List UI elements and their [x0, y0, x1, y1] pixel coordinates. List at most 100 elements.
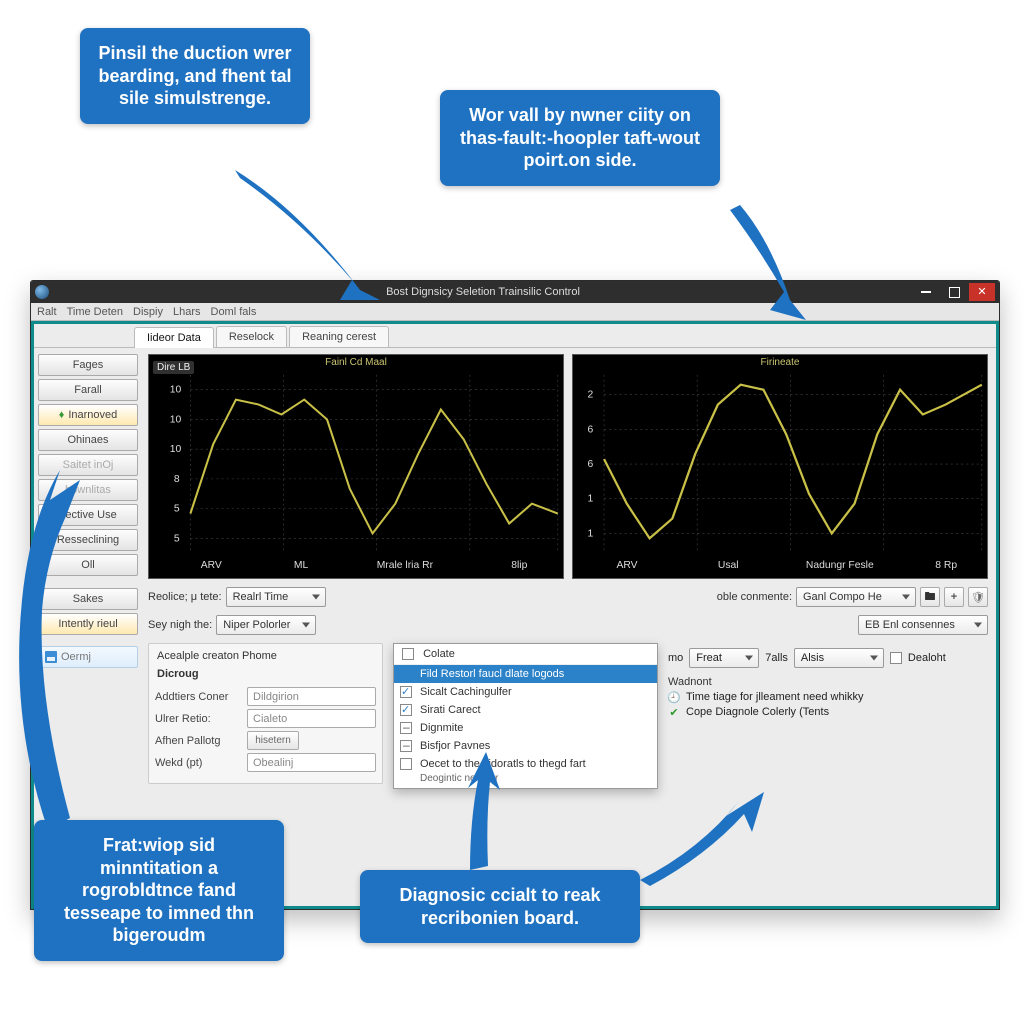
svg-text:8 Rp: 8 Rp	[935, 560, 957, 571]
svg-text:8: 8	[174, 474, 180, 485]
ctrl-label: Reolice; μ tete:	[148, 591, 222, 603]
callout-3: Frat:wiop sid minntitation a rogrobldtnc…	[34, 820, 284, 961]
right-panel: mo Freat 7alls Alsis Dealoht Wadnont 🕘 T…	[668, 643, 988, 721]
sidebar-item-farall[interactable]: Farall	[38, 379, 138, 401]
menu-item[interactable]: Ralt	[37, 306, 57, 318]
chart-right: Firineate	[572, 354, 988, 579]
app-window: Bost Dignsicy Seletion Trainsilic Contro…	[30, 280, 1000, 910]
form-label: Afhen Pallotg	[155, 735, 241, 747]
chart-left-title: Fainl Cd Maal	[325, 357, 387, 368]
open-button[interactable]: Oermj	[38, 646, 138, 668]
rpanel-label: 7alls	[765, 652, 788, 664]
menu-item[interactable]: Lhars	[173, 306, 201, 318]
sidebar-item-fages[interactable]: Fages	[38, 354, 138, 376]
form-button[interactable]: hisetern	[247, 731, 299, 750]
svg-text:5: 5	[174, 534, 180, 545]
rpanel-section: Wadnont	[668, 676, 988, 688]
dropdown-item[interactable]: Bisfjor Pavnes	[394, 737, 657, 755]
sidebar-item-bownlitas[interactable]: bownlitas	[38, 479, 138, 501]
sidebar-item-lective[interactable]: Lective Use	[38, 504, 138, 526]
checkbox-label: Dealoht	[908, 652, 946, 664]
dropdown-item-highlight[interactable]: Fild Restorl faucl dlate logods	[394, 665, 657, 683]
callout-4: Diagnosic ccialt to reak recribonien boa…	[360, 870, 640, 943]
lower-panels: Acealple creaton Phome Dicroug Addtiers …	[148, 643, 988, 789]
tab-row: Iideor Data Reselock Reaning cerest	[34, 324, 996, 348]
combo-alsis[interactable]: Alsis	[794, 648, 884, 668]
dropdown-item-label: Bisfjor Pavnes	[420, 740, 490, 752]
dropdown-item[interactable]: Oecet to the sidoratls to thegd fart	[394, 755, 657, 773]
form-field[interactable]: Cialeto	[247, 709, 376, 728]
dropdown-item-label: Sicalt Cachingulfer	[420, 686, 512, 698]
window-maximize-button[interactable]	[941, 283, 967, 301]
dropdown-head-label: Colate	[423, 648, 455, 660]
svg-text:10: 10	[170, 444, 182, 455]
combo-polorler[interactable]: Niper Polorler	[216, 615, 316, 635]
form-field[interactable]: Obealinj	[247, 753, 376, 772]
svg-text:6: 6	[587, 459, 593, 470]
sidebar-item-oll[interactable]: Oll	[38, 554, 138, 576]
menu-item[interactable]: Doml fals	[211, 306, 257, 318]
add-button[interactable]	[944, 587, 964, 607]
svg-text:ML: ML	[294, 560, 309, 571]
open-button-label: Oermj	[61, 651, 91, 663]
window-title: Bost Dignsicy Seletion Trainsilic Contro…	[55, 286, 911, 298]
svg-text:Mrale lria Rr: Mrale lria Rr	[377, 560, 434, 571]
dropdown-item[interactable]: Sicalt Cachingulfer	[394, 683, 657, 701]
tab-data[interactable]: Iideor Data	[134, 327, 214, 348]
menu-item[interactable]: Dispiy	[133, 306, 163, 318]
svg-text:2: 2	[587, 390, 593, 401]
dropdown-item[interactable]: Sirati Carect	[394, 701, 657, 719]
folder-icon[interactable]: 🖿	[920, 587, 940, 607]
form-group-title: Acealple creaton Phome	[155, 648, 376, 666]
menu-item[interactable]: Time Deten	[67, 306, 123, 318]
svg-text:Nadungr Fesle: Nadungr Fesle	[806, 560, 874, 571]
dropdown-item-label: Sirati Carect	[420, 704, 481, 716]
window-close-button[interactable]	[969, 283, 995, 301]
sidebar-item-inarnoved[interactable]: ♦Inarnoved	[38, 404, 138, 426]
chart-right-title: Firineate	[761, 357, 800, 368]
controls-row: Reolice; μ tete: Realrl Time oble conmen…	[148, 587, 988, 607]
svg-text:8lip: 8lip	[511, 560, 527, 571]
sidebar-item-label: Inarnoved	[68, 409, 117, 421]
ctrl-label: oble conmente:	[717, 591, 792, 603]
callout-1: Pinsil the duction wrer bearding, and fh…	[80, 28, 310, 124]
combo-realtime[interactable]: Realrl Time	[226, 587, 326, 607]
dropdown-tail: Deogintic neralter	[394, 773, 657, 788]
form-field[interactable]: Dildgirion	[247, 687, 376, 706]
tab-reselock[interactable]: Reselock	[216, 326, 287, 347]
form-sub-title: Dicroug	[155, 666, 376, 684]
sidebar-item-saitet[interactable]: Saitet inOj	[38, 454, 138, 476]
svg-text:ARV: ARV	[616, 560, 637, 571]
dropdown-item[interactable]: Dignmite	[394, 719, 657, 737]
sidebar-item-sakes[interactable]: Sakes	[38, 588, 138, 610]
rpanel-label: mo	[668, 652, 683, 664]
rpanel-item-label: Cope Diagnole Colerly (Tents	[686, 706, 829, 718]
check-icon: ✔	[668, 706, 680, 718]
combo-freat[interactable]: Freat	[689, 648, 759, 668]
chart-left: Dire LB Fainl Cd Maal	[148, 354, 564, 579]
form-panel: Acealple creaton Phome Dicroug Addtiers …	[148, 643, 383, 784]
shield-icon[interactable]: 🛡	[968, 587, 988, 607]
svg-text:5: 5	[174, 504, 180, 515]
sidebar-item-ohinaes[interactable]: Ohinaes	[38, 429, 138, 451]
checkbox-dealoht[interactable]	[890, 652, 902, 664]
app-icon	[35, 285, 49, 299]
combo-consennes[interactable]: EB Enl consennes	[858, 615, 988, 635]
ctrl-label: Sey nigh the:	[148, 619, 212, 631]
dropdown-head[interactable]: Colate	[394, 644, 657, 665]
tab-reaning[interactable]: Reaning cerest	[289, 326, 389, 347]
titlebar: Bost Dignsicy Seletion Trainsilic Contro…	[31, 281, 999, 303]
chart-left-tag: Dire LB	[153, 361, 194, 374]
disk-icon	[45, 651, 57, 663]
window-minimize-button[interactable]	[913, 283, 939, 301]
combo-component[interactable]: Ganl Compo He	[796, 587, 916, 607]
dropdown-menu: Colate Fild Restorl faucl dlate logods S…	[393, 643, 658, 789]
sidebar-item-intently[interactable]: Intently rieul	[38, 613, 138, 635]
rpanel-item-label: Time tiage for jlleament need whikky	[686, 691, 864, 703]
svg-text:10: 10	[170, 415, 182, 426]
client-inner: Iideor Data Reselock Reaning cerest Fage…	[34, 324, 996, 906]
svg-text:1: 1	[587, 494, 593, 505]
sidebar-item-resseclining[interactable]: Resseclining	[38, 529, 138, 551]
callout-2: Wor vall by nwner ciity on thas-fault:-h…	[440, 90, 720, 186]
dropdown-item-label: Dignmite	[420, 722, 463, 734]
